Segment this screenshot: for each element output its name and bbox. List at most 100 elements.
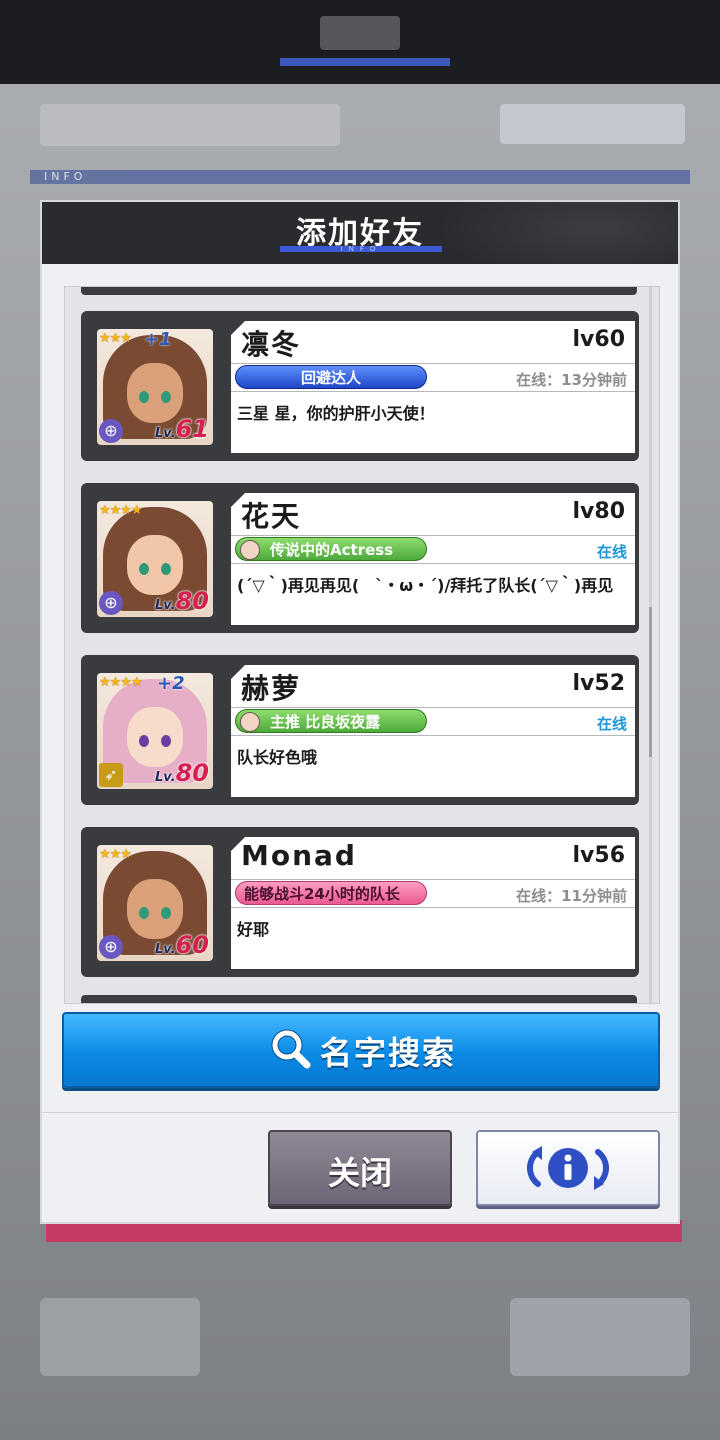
friend-card[interactable]: ★★★★ ⊕ Lv.80 花天 lv80 传说中的Actress 在线 (´▽｀…	[81, 483, 639, 633]
friend-list[interactable]: ★★★ +1 ⊕ Lv.61 凛冬 lv60 回避达人 在线：13分钟前 三星 …	[64, 286, 660, 1004]
crosshair-icon: ⊕	[99, 419, 123, 443]
avatar-level: Lv.80	[155, 587, 209, 615]
add-friend-dialog: 添加好友 INFO ★★★ +1 ⊕ Lv.61 凛冬 lv60 回避达人 在线…	[40, 200, 680, 1224]
name-search-button[interactable]: 名字搜索	[62, 1012, 660, 1088]
friend-card[interactable]: ★★★ +1 ⊕ Lv.61 凛冬 lv60 回避达人 在线：13分钟前 三星 …	[81, 311, 639, 461]
badge-label: 传说中的Actress	[270, 541, 394, 559]
search-label: 名字搜索	[320, 1034, 457, 1072]
avatar: ★★★ ⊕ Lv.60	[97, 845, 213, 961]
badge-portrait-icon	[240, 540, 260, 560]
badge-label: 回避达人	[300, 369, 361, 387]
avatar-level-prefix: Lv.	[154, 426, 176, 441]
friend-level: lv52	[572, 671, 626, 696]
friend-name: 花天	[241, 500, 302, 533]
friend-comment: (´▽｀)再见再见( `・ω・´)/拜托了队长(´▽｀)再见	[237, 576, 614, 595]
badge-label: 主推 比良坂夜露	[270, 713, 381, 731]
avatar: ★★★ +1 ⊕ Lv.61	[97, 329, 213, 445]
friend-info: 凛冬 lv60 回避达人 在线：13分钟前 三星 星，你的护肝小天使！	[231, 321, 635, 453]
plus-badge: +1	[144, 329, 172, 350]
friend-level: lv60	[572, 327, 626, 352]
avatar-face	[127, 363, 183, 423]
friend-comment: 三星 星，你的护肝小天使！	[237, 404, 435, 423]
avatar-level: Lv.61	[155, 415, 209, 443]
friend-name: Monad	[241, 839, 357, 872]
avatar-face	[127, 879, 183, 939]
title-badge: 传说中的Actress	[235, 537, 427, 561]
avatar-eye	[161, 563, 171, 575]
title-sub: INFO	[340, 245, 382, 253]
crosshair-icon: ⊕	[99, 591, 123, 615]
avatar-eye	[139, 735, 149, 747]
top-bar-background	[0, 0, 720, 84]
friend-name: 赫萝	[241, 672, 302, 705]
refresh-button[interactable]	[476, 1130, 660, 1206]
plus-badge: +2	[157, 673, 185, 694]
friend-name: 凛冬	[241, 328, 302, 361]
close-button[interactable]: 关闭	[268, 1130, 452, 1206]
close-label: 关闭	[327, 1154, 392, 1192]
info-divider	[231, 907, 635, 908]
avatar-face	[127, 707, 183, 767]
list-edge-top	[81, 287, 637, 295]
title-badge: 主推 比良坂夜露	[235, 709, 427, 733]
list-edge-bottom	[81, 995, 637, 1003]
badge-portrait-icon	[240, 712, 260, 732]
avatar-eye	[139, 563, 149, 575]
rifle-icon: ➶	[99, 763, 123, 787]
friend-level: lv56	[572, 843, 626, 868]
info-divider	[231, 735, 635, 736]
rarity-stars: ★★★	[99, 847, 132, 862]
info-strip-label: INFO	[44, 170, 87, 183]
blurred-header-button	[500, 104, 685, 144]
avatar-eye	[161, 907, 171, 919]
blurred-title	[320, 16, 400, 50]
info-divider	[231, 363, 635, 364]
online-status: 在线：11分钟前	[516, 887, 627, 905]
avatar-eye	[139, 907, 149, 919]
avatar-level-prefix: Lv.	[154, 770, 176, 785]
avatar-eye	[161, 735, 171, 747]
avatar-level-value: 60	[175, 931, 209, 959]
footer-divider	[42, 1112, 678, 1113]
blurred-right-button	[510, 1298, 690, 1376]
avatar-level-prefix: Lv.	[154, 598, 176, 613]
search-icon	[271, 1029, 311, 1069]
friend-comment: 队长好色哦	[237, 748, 318, 767]
avatar-level: Lv.80	[155, 759, 209, 787]
title-badge: 回避达人	[235, 365, 427, 389]
avatar-face	[127, 535, 183, 595]
rarity-stars: ★★★★	[99, 503, 143, 518]
title-badge: 能够战斗24小时的队长	[235, 881, 427, 905]
avatar-level-value: 80	[175, 587, 209, 615]
online-status: 在线	[596, 715, 627, 733]
avatar-level-value: 61	[175, 415, 209, 443]
avatar-level-prefix: Lv.	[154, 942, 176, 957]
info-divider	[231, 391, 635, 392]
friend-info: Monad lv56 能够战斗24小时的队长 在线：11分钟前 好耶	[231, 837, 635, 969]
badge-label: 能够战斗24小时的队长	[244, 885, 400, 903]
info-divider	[231, 563, 635, 564]
avatar-level-value: 80	[175, 759, 209, 787]
blurred-header-bar	[40, 104, 340, 146]
refresh-info-icon	[527, 1146, 609, 1190]
friend-comment: 好耶	[237, 920, 270, 939]
avatar-eye	[161, 391, 171, 403]
crosshair-icon: ⊕	[99, 935, 123, 959]
dialog-header: 添加好友 INFO	[42, 202, 678, 264]
avatar-eye	[139, 391, 149, 403]
avatar: ★★★★ +2 ➶ Lv.80	[97, 673, 213, 789]
friend-level: lv80	[572, 499, 626, 524]
avatar-level: Lv.60	[155, 931, 209, 959]
rarity-stars: ★★★	[99, 331, 132, 346]
scrollbar-thumb[interactable]	[649, 607, 652, 757]
info-divider	[231, 535, 635, 536]
online-status: 在线：13分钟前	[516, 371, 627, 389]
blurred-back-button	[40, 1298, 200, 1376]
friend-card[interactable]: ★★★ ⊕ Lv.60 Monad lv56 能够战斗24小时的队长 在线：11…	[81, 827, 639, 977]
rarity-stars: ★★★★	[99, 675, 143, 690]
info-divider	[231, 707, 635, 708]
friend-card[interactable]: ★★★★ +2 ➶ Lv.80 赫萝 lv52 主推 比良坂夜露 在线 队长好色…	[81, 655, 639, 805]
info-strip: INFO	[30, 170, 690, 184]
online-status: 在线	[596, 543, 627, 561]
avatar: ★★★★ ⊕ Lv.80	[97, 501, 213, 617]
